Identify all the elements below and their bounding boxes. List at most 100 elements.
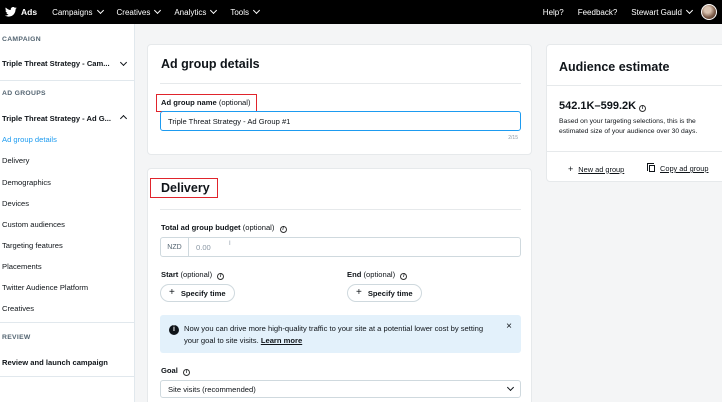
sidebar-item-targeting-features[interactable]: Targeting features — [2, 241, 63, 250]
info-filled-icon: i — [169, 325, 179, 335]
chevron-down-icon[interactable] — [685, 6, 694, 15]
label-text: End — [347, 270, 362, 279]
twitter-bird-icon — [5, 7, 17, 17]
end-label: End (optional) i — [347, 270, 408, 280]
optional-text: (optional) — [218, 98, 251, 107]
help-link[interactable]: Help? — [543, 8, 564, 17]
nav-analytics[interactable]: Analytics — [174, 6, 218, 17]
user-menu[interactable]: Stewart Gauld — [631, 8, 682, 17]
optional-text: (optional) — [180, 270, 213, 279]
campaign-section-header: CAMPAIGN — [2, 36, 41, 43]
brand-name: Ads — [21, 7, 38, 17]
sidebar-item-twitter-audience-platform[interactable]: Twitter Audience Platform — [2, 283, 88, 292]
card-title: Audience estimate — [559, 60, 670, 74]
divider — [0, 80, 134, 81]
ad-group-name-input[interactable]: Triple Threat Strategy - Ad Group #1 — [160, 111, 521, 131]
chevron-down-icon — [154, 6, 162, 15]
brand[interactable]: Ads — [5, 7, 37, 17]
start-label: Start (optional) i — [161, 270, 225, 280]
info-icon[interactable]: i — [400, 273, 408, 280]
currency-prefix: NZD — [161, 238, 189, 256]
goal-label: Goal i — [161, 366, 191, 376]
sidebar-item-custom-audiences[interactable]: Custom audiences — [2, 220, 65, 229]
avatar[interactable] — [701, 4, 717, 20]
copy-icon — [647, 163, 655, 172]
info-icon[interactable]: i — [217, 273, 225, 280]
ad-group-name-label: Ad group name (optional) — [161, 98, 251, 107]
notice-message: Now you can drive more high-quality traf… — [184, 324, 484, 345]
button-label: Specify time — [180, 288, 226, 298]
site-visits-notice: i Now you can drive more high-quality tr… — [160, 315, 521, 353]
audience-description: Based on your targeting selections, this… — [559, 118, 698, 135]
campaign-selector[interactable]: Triple Threat Strategy - Cam... — [2, 59, 130, 68]
ad-group-details-card: Ad group details Ad group name (optional… — [147, 44, 532, 155]
end-specify-time-button[interactable]: + Specify time — [347, 284, 422, 302]
nav-creatives[interactable]: Creatives — [116, 6, 162, 17]
info-icon[interactable]: i — [639, 105, 647, 112]
plus-icon: + — [169, 287, 175, 298]
card-title: Delivery — [161, 181, 210, 195]
divider — [160, 209, 521, 210]
nav-label: Creatives — [116, 7, 151, 17]
label-text: Start — [161, 270, 179, 279]
review-section-header: REVIEW — [2, 334, 31, 341]
card-title: Ad group details — [161, 57, 260, 71]
sidebar-item-ad-group-details[interactable]: Ad group details — [2, 135, 57, 144]
button-label: Specify time — [367, 288, 413, 298]
learn-more-link[interactable]: Learn more — [261, 336, 302, 345]
button-label: New ad group — [578, 164, 625, 174]
sidebar: CAMPAIGN Triple Threat Strategy - Cam...… — [0, 24, 135, 402]
budget-input[interactable]: NZD 0.00 I — [160, 237, 521, 257]
sidebar-item-placements[interactable]: Placements — [2, 262, 42, 271]
input-value: Triple Threat Strategy - Ad Group #1 — [168, 117, 291, 126]
ad-group-selector[interactable]: Triple Threat Strategy - Ad G... — [2, 114, 111, 123]
divider — [547, 151, 722, 152]
char-counter: 2/15 — [508, 135, 518, 141]
audience-estimate-card: Audience estimate 542.1K–599.2K i Based o… — [546, 44, 722, 182]
sidebar-item-creatives[interactable]: Creatives — [2, 304, 34, 313]
chevron-down-icon — [506, 383, 515, 392]
goal-select[interactable]: Site visits (recommended) — [160, 380, 521, 398]
close-icon[interactable]: × — [506, 321, 512, 332]
notice-text: Now you can drive more high-quality traf… — [184, 323, 484, 347]
optional-text: (optional) — [242, 223, 275, 232]
info-icon[interactable]: i — [183, 369, 191, 376]
nav-label: Tools — [230, 7, 250, 17]
top-bar: Ads Campaigns Creatives Analytics Tools … — [0, 0, 722, 24]
start-specify-time-button[interactable]: + Specify time — [160, 284, 235, 302]
delivery-card: Delivery Total ad group budget (optional… — [147, 168, 532, 402]
label-text: Goal — [161, 366, 178, 375]
sidebar-item-delivery[interactable]: Delivery — [2, 156, 29, 165]
divider — [0, 376, 134, 377]
button-label: Copy ad group — [660, 164, 709, 173]
divider — [160, 83, 521, 84]
sidebar-item-demographics[interactable]: Demographics — [2, 178, 51, 187]
feedback-link[interactable]: Feedback? — [578, 8, 618, 17]
chevron-up-icon[interactable] — [119, 114, 128, 123]
nav-campaigns[interactable]: Campaigns — [52, 6, 104, 17]
plus-icon: + — [356, 287, 362, 298]
sidebar-item-devices[interactable]: Devices — [2, 199, 29, 208]
main-nav: Campaigns Creatives Analytics Tools — [52, 6, 273, 17]
label-text: Total ad group budget — [161, 223, 241, 232]
copy-ad-group-button[interactable]: Copy ad group — [647, 163, 709, 173]
chevron-down-icon — [210, 6, 218, 15]
info-icon[interactable]: i — [279, 226, 287, 233]
optional-text: (optional) — [363, 270, 396, 279]
select-value: Site visits (recommended) — [168, 385, 256, 394]
ad-groups-section-header: AD GROUPS — [2, 90, 46, 97]
nav-label: Analytics — [174, 7, 207, 17]
chevron-down-icon — [252, 6, 261, 15]
top-right-menu: Help? Feedback? Stewart Gauld — [529, 0, 717, 24]
nav-tools[interactable]: Tools — [230, 6, 261, 17]
text-cursor-icon: I — [229, 241, 231, 247]
nav-label: Campaigns — [52, 7, 93, 17]
divider — [0, 322, 134, 323]
range-value: 542.1K–599.2K — [559, 100, 637, 112]
chevron-down-icon — [96, 6, 104, 15]
review-launch-link[interactable]: Review and launch campaign — [2, 358, 108, 367]
audience-range: 542.1K–599.2K i — [559, 100, 647, 112]
new-ad-group-button[interactable]: + New ad group — [568, 164, 624, 174]
plus-icon: + — [568, 164, 574, 174]
label-text: Ad group name — [161, 98, 217, 107]
